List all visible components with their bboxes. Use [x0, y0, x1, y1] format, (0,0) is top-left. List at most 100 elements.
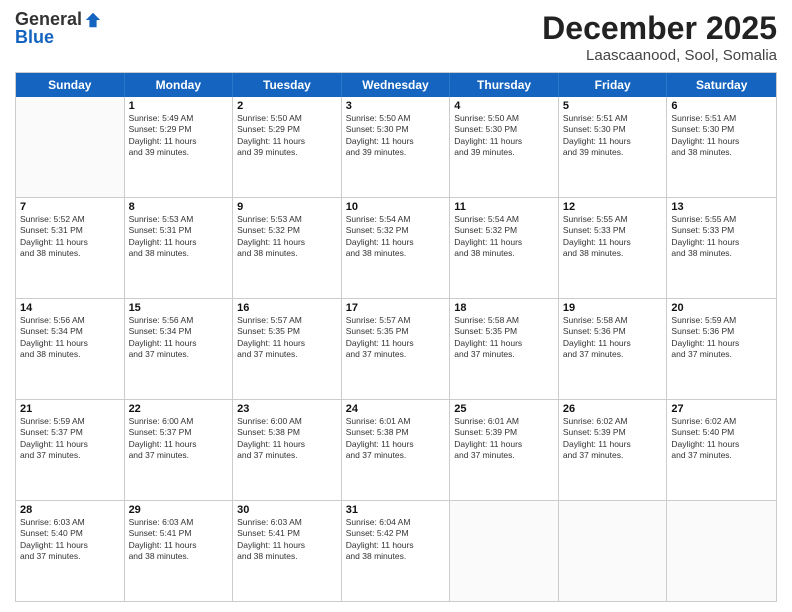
day-number: 1: [129, 100, 229, 112]
cell-info: Sunrise: 5:57 AM Sunset: 5:35 PM Dayligh…: [346, 315, 446, 361]
cell-info: Sunrise: 5:55 AM Sunset: 5:33 PM Dayligh…: [563, 214, 663, 260]
calendar-cell: 31Sunrise: 6:04 AM Sunset: 5:42 PM Dayli…: [342, 501, 451, 601]
calendar-cell: [450, 501, 559, 601]
day-number: 16: [237, 302, 337, 314]
day-number: 6: [671, 100, 772, 112]
calendar-cell: 15Sunrise: 5:56 AM Sunset: 5:34 PM Dayli…: [125, 299, 234, 399]
day-number: 22: [129, 403, 229, 415]
calendar-cell: 27Sunrise: 6:02 AM Sunset: 5:40 PM Dayli…: [667, 400, 776, 500]
day-number: 26: [563, 403, 663, 415]
header-day-friday: Friday: [559, 73, 668, 97]
calendar-week-2: 7Sunrise: 5:52 AM Sunset: 5:31 PM Daylig…: [16, 198, 776, 299]
day-number: 25: [454, 403, 554, 415]
header-day-saturday: Saturday: [667, 73, 776, 97]
calendar-cell: 21Sunrise: 5:59 AM Sunset: 5:37 PM Dayli…: [16, 400, 125, 500]
cell-info: Sunrise: 5:50 AM Sunset: 5:30 PM Dayligh…: [346, 113, 446, 159]
cell-info: Sunrise: 5:59 AM Sunset: 5:37 PM Dayligh…: [20, 416, 120, 462]
day-number: 19: [563, 302, 663, 314]
day-number: 3: [346, 100, 446, 112]
cell-info: Sunrise: 5:56 AM Sunset: 5:34 PM Dayligh…: [20, 315, 120, 361]
calendar-cell: 24Sunrise: 6:01 AM Sunset: 5:38 PM Dayli…: [342, 400, 451, 500]
day-number: 7: [20, 201, 120, 213]
cell-info: Sunrise: 6:01 AM Sunset: 5:38 PM Dayligh…: [346, 416, 446, 462]
calendar-body: 1Sunrise: 5:49 AM Sunset: 5:29 PM Daylig…: [16, 97, 776, 601]
cell-info: Sunrise: 6:03 AM Sunset: 5:40 PM Dayligh…: [20, 517, 120, 563]
cell-info: Sunrise: 6:02 AM Sunset: 5:40 PM Dayligh…: [671, 416, 772, 462]
cell-info: Sunrise: 5:58 AM Sunset: 5:36 PM Dayligh…: [563, 315, 663, 361]
day-number: 29: [129, 504, 229, 516]
calendar: SundayMondayTuesdayWednesdayThursdayFrid…: [15, 72, 777, 602]
calendar-cell: [667, 501, 776, 601]
calendar-cell: 13Sunrise: 5:55 AM Sunset: 5:33 PM Dayli…: [667, 198, 776, 298]
calendar-cell: 28Sunrise: 6:03 AM Sunset: 5:40 PM Dayli…: [16, 501, 125, 601]
calendar-cell: 22Sunrise: 6:00 AM Sunset: 5:37 PM Dayli…: [125, 400, 234, 500]
calendar-cell: 23Sunrise: 6:00 AM Sunset: 5:38 PM Dayli…: [233, 400, 342, 500]
cell-info: Sunrise: 5:58 AM Sunset: 5:35 PM Dayligh…: [454, 315, 554, 361]
calendar-cell: 14Sunrise: 5:56 AM Sunset: 5:34 PM Dayli…: [16, 299, 125, 399]
day-number: 10: [346, 201, 446, 213]
day-number: 27: [671, 403, 772, 415]
header: General Blue December 2025 Laascaanood, …: [15, 10, 777, 64]
cell-info: Sunrise: 5:53 AM Sunset: 5:31 PM Dayligh…: [129, 214, 229, 260]
day-number: 5: [563, 100, 663, 112]
cell-info: Sunrise: 5:50 AM Sunset: 5:29 PM Dayligh…: [237, 113, 337, 159]
day-number: 17: [346, 302, 446, 314]
month-title: December 2025: [542, 10, 777, 47]
calendar-week-1: 1Sunrise: 5:49 AM Sunset: 5:29 PM Daylig…: [16, 97, 776, 198]
cell-info: Sunrise: 6:03 AM Sunset: 5:41 PM Dayligh…: [237, 517, 337, 563]
calendar-cell: 6Sunrise: 5:51 AM Sunset: 5:30 PM Daylig…: [667, 97, 776, 197]
calendar-cell: 19Sunrise: 5:58 AM Sunset: 5:36 PM Dayli…: [559, 299, 668, 399]
header-day-tuesday: Tuesday: [233, 73, 342, 97]
day-number: 20: [671, 302, 772, 314]
header-day-sunday: Sunday: [16, 73, 125, 97]
calendar-cell: 8Sunrise: 5:53 AM Sunset: 5:31 PM Daylig…: [125, 198, 234, 298]
day-number: 28: [20, 504, 120, 516]
cell-info: Sunrise: 6:01 AM Sunset: 5:39 PM Dayligh…: [454, 416, 554, 462]
calendar-week-3: 14Sunrise: 5:56 AM Sunset: 5:34 PM Dayli…: [16, 299, 776, 400]
cell-info: Sunrise: 5:55 AM Sunset: 5:33 PM Dayligh…: [671, 214, 772, 260]
cell-info: Sunrise: 6:04 AM Sunset: 5:42 PM Dayligh…: [346, 517, 446, 563]
cell-info: Sunrise: 5:59 AM Sunset: 5:36 PM Dayligh…: [671, 315, 772, 361]
calendar-cell: 17Sunrise: 5:57 AM Sunset: 5:35 PM Dayli…: [342, 299, 451, 399]
cell-info: Sunrise: 6:00 AM Sunset: 5:38 PM Dayligh…: [237, 416, 337, 462]
location-subtitle: Laascaanood, Sool, Somalia: [542, 47, 777, 64]
calendar-cell: 12Sunrise: 5:55 AM Sunset: 5:33 PM Dayli…: [559, 198, 668, 298]
day-number: 15: [129, 302, 229, 314]
title-block: December 2025 Laascaanood, Sool, Somalia: [542, 10, 777, 64]
calendar-cell: 20Sunrise: 5:59 AM Sunset: 5:36 PM Dayli…: [667, 299, 776, 399]
cell-info: Sunrise: 5:54 AM Sunset: 5:32 PM Dayligh…: [346, 214, 446, 260]
day-number: 18: [454, 302, 554, 314]
cell-info: Sunrise: 5:52 AM Sunset: 5:31 PM Dayligh…: [20, 214, 120, 260]
calendar-cell: 3Sunrise: 5:50 AM Sunset: 5:30 PM Daylig…: [342, 97, 451, 197]
calendar-cell: 5Sunrise: 5:51 AM Sunset: 5:30 PM Daylig…: [559, 97, 668, 197]
logo: General Blue: [15, 10, 102, 48]
logo-blue-text: Blue: [15, 28, 102, 48]
calendar-cell: 18Sunrise: 5:58 AM Sunset: 5:35 PM Dayli…: [450, 299, 559, 399]
calendar-cell: 11Sunrise: 5:54 AM Sunset: 5:32 PM Dayli…: [450, 198, 559, 298]
calendar-cell: 4Sunrise: 5:50 AM Sunset: 5:30 PM Daylig…: [450, 97, 559, 197]
calendar-cell: 10Sunrise: 5:54 AM Sunset: 5:32 PM Dayli…: [342, 198, 451, 298]
day-number: 23: [237, 403, 337, 415]
calendar-cell: 25Sunrise: 6:01 AM Sunset: 5:39 PM Dayli…: [450, 400, 559, 500]
day-number: 8: [129, 201, 229, 213]
calendar-cell: 16Sunrise: 5:57 AM Sunset: 5:35 PM Dayli…: [233, 299, 342, 399]
calendar-cell: 1Sunrise: 5:49 AM Sunset: 5:29 PM Daylig…: [125, 97, 234, 197]
page: General Blue December 2025 Laascaanood, …: [0, 0, 792, 612]
calendar-cell: 30Sunrise: 6:03 AM Sunset: 5:41 PM Dayli…: [233, 501, 342, 601]
cell-info: Sunrise: 5:56 AM Sunset: 5:34 PM Dayligh…: [129, 315, 229, 361]
cell-info: Sunrise: 5:51 AM Sunset: 5:30 PM Dayligh…: [671, 113, 772, 159]
day-number: 2: [237, 100, 337, 112]
cell-info: Sunrise: 5:50 AM Sunset: 5:30 PM Dayligh…: [454, 113, 554, 159]
calendar-cell: 26Sunrise: 6:02 AM Sunset: 5:39 PM Dayli…: [559, 400, 668, 500]
cell-info: Sunrise: 6:00 AM Sunset: 5:37 PM Dayligh…: [129, 416, 229, 462]
day-number: 11: [454, 201, 554, 213]
calendar-cell: 2Sunrise: 5:50 AM Sunset: 5:29 PM Daylig…: [233, 97, 342, 197]
cell-info: Sunrise: 5:54 AM Sunset: 5:32 PM Dayligh…: [454, 214, 554, 260]
calendar-week-5: 28Sunrise: 6:03 AM Sunset: 5:40 PM Dayli…: [16, 501, 776, 601]
header-day-monday: Monday: [125, 73, 234, 97]
calendar-week-4: 21Sunrise: 5:59 AM Sunset: 5:37 PM Dayli…: [16, 400, 776, 501]
calendar-cell: 9Sunrise: 5:53 AM Sunset: 5:32 PM Daylig…: [233, 198, 342, 298]
day-number: 12: [563, 201, 663, 213]
day-number: 4: [454, 100, 554, 112]
cell-info: Sunrise: 5:53 AM Sunset: 5:32 PM Dayligh…: [237, 214, 337, 260]
